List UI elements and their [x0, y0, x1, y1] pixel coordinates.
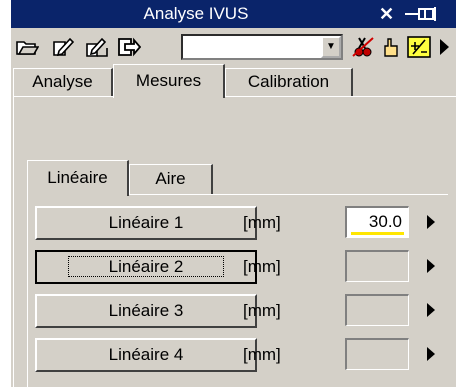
lineaire-3-button[interactable]: Linéaire 3 [35, 294, 257, 328]
tab-lineaire[interactable]: Linéaire [27, 160, 129, 196]
unit-label: [mm] [243, 257, 281, 276]
export-icon[interactable] [117, 36, 141, 58]
analysis-panel: Analyse IVUS ✕ ▼ Analyse Mesures Calibra… [10, 0, 456, 387]
button-label: Linéaire 3 [108, 301, 184, 320]
lineaire-1-button[interactable]: Linéaire 1 [35, 206, 257, 240]
edit-notes-icon[interactable] [85, 36, 109, 58]
tab-calibration[interactable]: Calibration [225, 68, 353, 96]
play-triangle-icon[interactable] [427, 303, 435, 317]
pin-icon[interactable] [403, 6, 439, 22]
play-triangle-icon[interactable] [427, 215, 435, 229]
unit-label: [mm] [243, 213, 281, 232]
unit-label: [mm] [243, 345, 281, 364]
tab-mesures[interactable]: Mesures [113, 64, 225, 98]
play-triangle-icon[interactable] [427, 347, 435, 361]
red-scissors-icon[interactable] [351, 36, 375, 58]
plus-minus-icon[interactable] [407, 36, 431, 58]
lineaire-2-button[interactable]: Linéaire 2 [35, 250, 257, 284]
button-label: Linéaire 2 [67, 256, 225, 277]
unit-label: [mm] [243, 301, 281, 320]
value-text: 30.0 [368, 212, 402, 231]
window-title: Analyse IVUS [143, 4, 249, 23]
button-label: Linéaire 1 [108, 213, 184, 232]
lineaire-1-value-field[interactable]: 30.0 [345, 206, 409, 238]
edit-note-icon[interactable] [51, 36, 75, 58]
value-underline [351, 232, 404, 235]
open-folder-icon[interactable] [15, 36, 39, 58]
chevron-down-icon[interactable]: ▼ [321, 36, 341, 58]
close-icon[interactable]: ✕ [379, 0, 394, 28]
tab-aire[interactable]: Aire [129, 164, 213, 194]
toolbar-combo[interactable]: ▼ [181, 34, 343, 60]
title-bar[interactable]: Analyse IVUS ✕ [11, 0, 456, 28]
toolbar: ▼ [11, 28, 456, 66]
hand-pointer-icon[interactable] [379, 36, 403, 58]
play-triangle-icon[interactable] [427, 259, 435, 273]
lineaire-4-value-field[interactable] [345, 338, 409, 370]
button-label: Linéaire 4 [108, 345, 184, 364]
lineaire-2-value-field[interactable] [345, 250, 409, 282]
tab-analyse[interactable]: Analyse [13, 68, 113, 96]
lineaire-4-button[interactable]: Linéaire 4 [35, 338, 257, 372]
lineaire-3-value-field[interactable] [345, 294, 409, 326]
play-triangle-icon[interactable] [437, 36, 451, 58]
